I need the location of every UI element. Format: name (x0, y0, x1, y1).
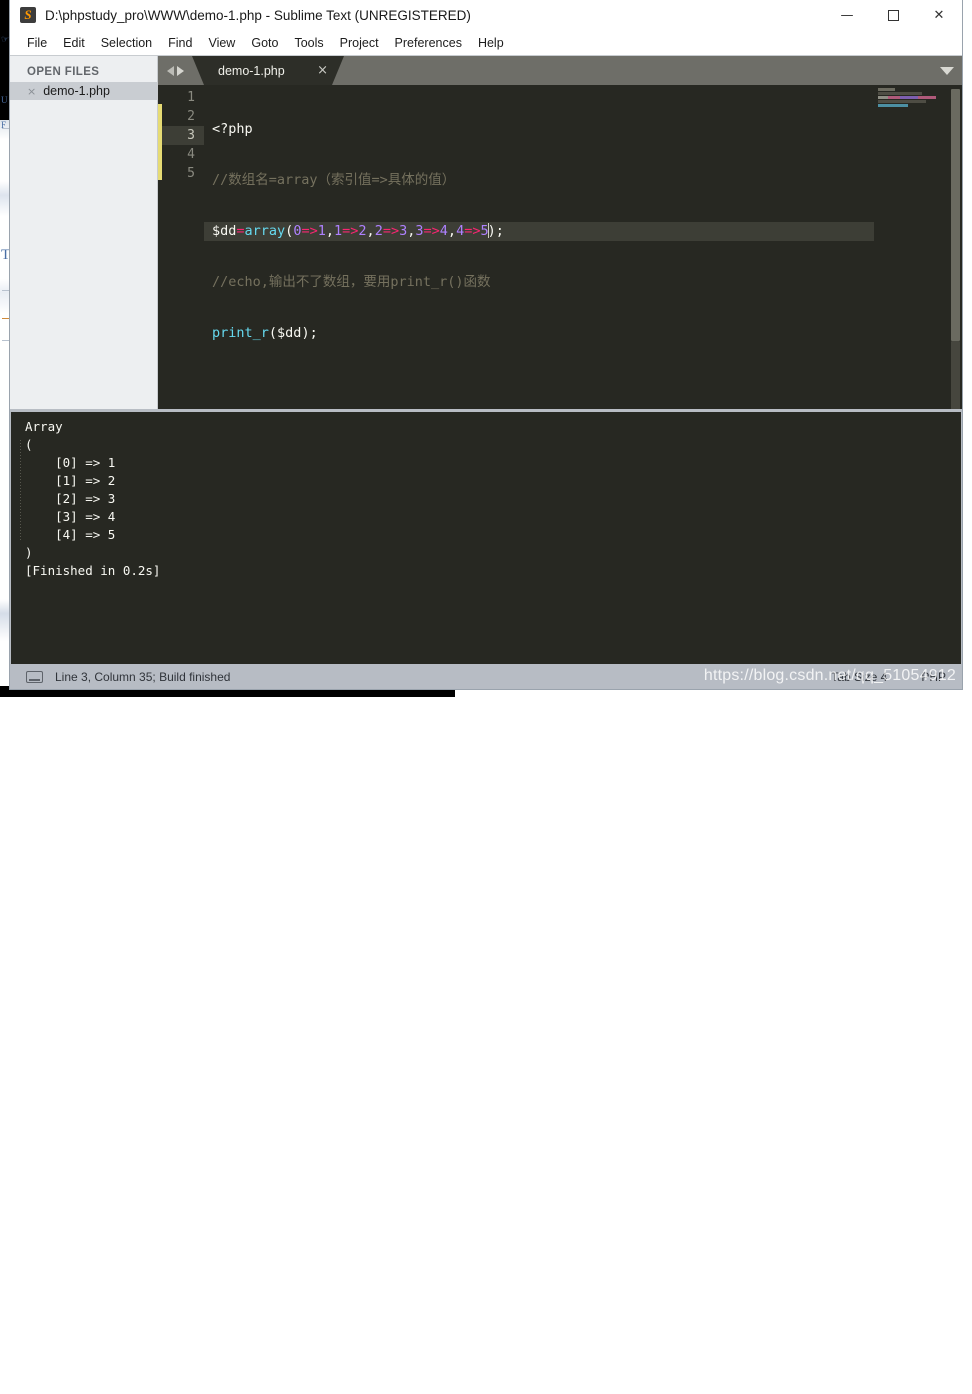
code-text[interactable]: <?php //数组名=array（索引值=>具体的值） $dd=array(0… (204, 85, 874, 409)
tab-list-dropdown-button[interactable] (932, 56, 962, 85)
code-token-var: $dd (212, 223, 236, 239)
sidebar-item-demo-1-php[interactable]: × demo-1.php (10, 82, 157, 100)
code-token-punc: ); (301, 325, 317, 341)
menu-goto[interactable]: Goto (243, 33, 286, 53)
chevron-down-icon (940, 67, 954, 75)
code-token-fn: array (245, 223, 286, 239)
line-number: 4 (162, 145, 204, 164)
line-number: 5 (162, 164, 204, 183)
background-document-right: ☞ U F T (0, 697, 14, 1394)
menu-find[interactable]: Find (160, 33, 200, 53)
code-token-num: 2 (375, 223, 383, 239)
code-token-op: = (236, 223, 244, 239)
window-controls: — ✕ (824, 0, 962, 31)
editor-vertical-scrollbar[interactable] (948, 85, 962, 409)
code-token-comment: //数组名=array（索引值=>具体的值） (212, 172, 455, 188)
line-number: 1 (162, 88, 204, 107)
console-gutter (11, 412, 25, 664)
status-bar-right: Tab Size 4 PHP (831, 670, 946, 684)
menu-project[interactable]: Project (332, 33, 387, 53)
modified-lines-indicator (158, 85, 162, 409)
sublime-text-icon (20, 7, 36, 23)
menu-selection[interactable]: Selection (93, 33, 160, 53)
code-token-punc: , (367, 223, 375, 239)
next-tab-arrow-icon[interactable] (177, 66, 184, 76)
menu-tools[interactable]: Tools (286, 33, 331, 53)
editor-pane: demo-1.php × 1 2 3 4 5 (158, 56, 962, 409)
console-output-text[interactable]: Array ( [0] => 1 [1] => 2 [2] => 3 [3] =… (25, 412, 961, 664)
close-icon[interactable]: × (27, 85, 36, 98)
minimize-button[interactable]: — (824, 0, 870, 31)
scrollbar-thumb[interactable] (951, 89, 960, 341)
code-line-3[interactable]: $dd=array(0=>1,1=>2,2=>3,3=>4,4=>5); (204, 222, 874, 241)
prev-tab-arrow-icon[interactable] (167, 66, 174, 76)
menu-edit[interactable]: Edit (55, 33, 93, 53)
code-token-comment: //echo,输出不了数组，要用print_r()函数 (212, 274, 491, 290)
code-line-2[interactable]: //数组名=array（索引值=>具体的值） (204, 171, 874, 190)
code-token-punc: ( (269, 325, 277, 341)
syntax-indicator[interactable]: PHP (921, 670, 946, 684)
tab-size-indicator[interactable]: Tab Size 4 (831, 670, 887, 684)
menu-preferences[interactable]: Preferences (387, 33, 470, 53)
maximize-button[interactable] (870, 0, 916, 31)
code-line-5[interactable]: print_r($dd); (204, 324, 874, 343)
title-bar: D:\phpstudy_pro\WWW\demo-1.php - Sublime… (10, 0, 962, 31)
tab-bar-filler (344, 56, 932, 85)
close-button[interactable]: ✕ (916, 0, 962, 31)
sidebar-file-label: demo-1.php (43, 84, 110, 98)
console-panel-icon[interactable] (26, 671, 43, 683)
code-token-punc: ); (488, 223, 504, 239)
sublime-text-window: D:\phpstudy_pro\WWW\demo-1.php - Sublime… (9, 0, 963, 690)
code-token-num: 3 (399, 223, 407, 239)
code-area: 1 2 3 4 5 <?php //数组名=array（索引值=>具体的值） $… (158, 85, 962, 409)
code-token-op: => (383, 223, 399, 239)
code-token-punc: , (326, 223, 334, 239)
menu-bar: File Edit Selection Find View Goto Tools… (10, 31, 962, 55)
menu-view[interactable]: View (200, 33, 243, 53)
code-token-op: => (424, 223, 440, 239)
close-icon[interactable]: × (317, 63, 328, 78)
code-token-op: => (301, 223, 317, 239)
code-token-num: 3 (415, 223, 423, 239)
code-token-var: $dd (277, 325, 301, 341)
tab-label: demo-1.php (218, 64, 295, 78)
code-token-tag: <?php (212, 121, 253, 137)
tab-bar: demo-1.php × (158, 56, 962, 85)
scrollbar-track-lower[interactable] (951, 341, 960, 409)
code-token-num: 1 (334, 223, 342, 239)
build-output-console: Array ( [0] => 1 [1] => 2 [2] => 3 [3] =… (10, 409, 962, 664)
code-token-op: => (342, 223, 358, 239)
code-line-1[interactable]: <?php (204, 120, 874, 139)
maximize-icon (888, 10, 899, 21)
code-minimap[interactable] (874, 85, 948, 409)
line-number-gutter: 1 2 3 4 5 (162, 85, 204, 409)
status-bar: Line 3, Column 35; Build finished Tab Si… (10, 664, 962, 689)
sidebar-section-open-files: OPEN FILES (10, 64, 157, 82)
code-token-punc: , (448, 223, 456, 239)
workspace: OPEN FILES × demo-1.php demo-1.php × (10, 55, 962, 409)
sidebar: OPEN FILES × demo-1.php (10, 56, 158, 409)
code-token-fn: print_r (212, 325, 269, 341)
tab-navigation (158, 56, 192, 85)
code-token-num: 2 (358, 223, 366, 239)
code-token-num: 4 (440, 223, 448, 239)
line-number: 3 (162, 126, 204, 145)
menu-file[interactable]: File (19, 33, 55, 53)
code-token-num: 1 (318, 223, 326, 239)
menu-help[interactable]: Help (470, 33, 512, 53)
tab-demo-1-php[interactable]: demo-1.php × (192, 56, 344, 85)
line-number: 2 (162, 107, 204, 126)
code-token-op: => (464, 223, 480, 239)
status-message: Line 3, Column 35; Build finished (55, 670, 230, 684)
code-line-4[interactable]: //echo,输出不了数组，要用print_r()函数 (204, 273, 874, 292)
window-title: D:\phpstudy_pro\WWW\demo-1.php - Sublime… (45, 8, 471, 23)
code-token-num: 4 (456, 223, 464, 239)
